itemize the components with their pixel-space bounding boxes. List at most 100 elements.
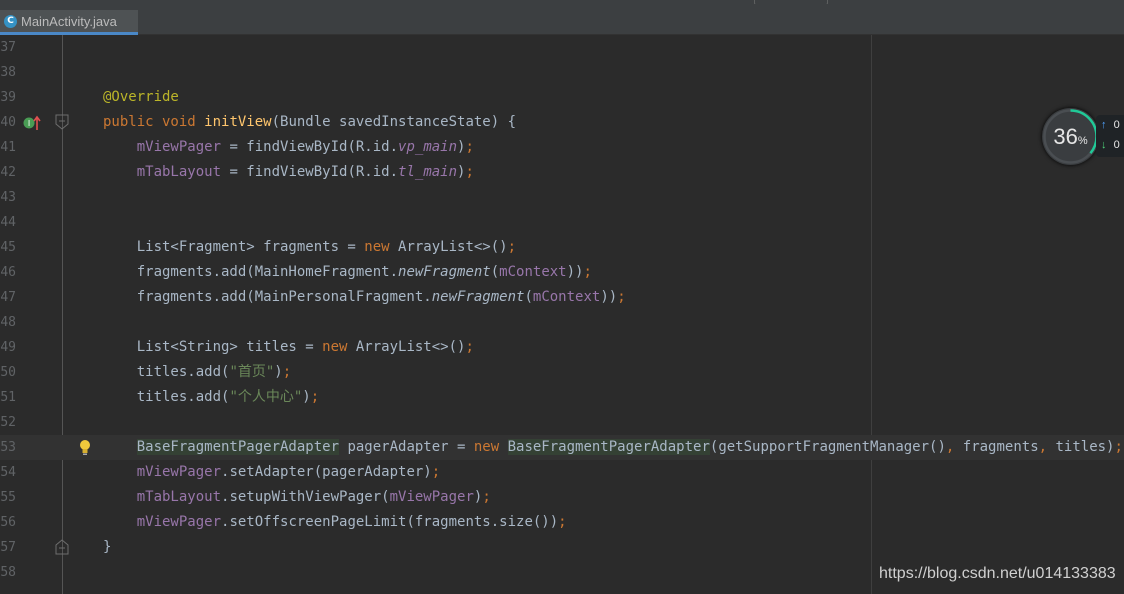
code-token: .setupWithViewPager( [221, 489, 390, 505]
code-line-38[interactable]: 38 [0, 60, 1124, 85]
code-token: (getSupportFragmentManager() [709, 439, 946, 455]
line-number: 48 [0, 315, 16, 330]
svg-text:I: I [28, 119, 30, 128]
line-number: 40 [0, 115, 16, 130]
code-line-52[interactable]: 52 [0, 410, 1124, 435]
code-text: mTabLayout = findViewById(R.id.tl_main); [103, 164, 474, 181]
intention-bulb-icon[interactable] [78, 439, 92, 461]
override-marker-icon[interactable]: I [22, 114, 42, 136]
code-token: ; [482, 489, 491, 505]
code-text: } [103, 539, 111, 556]
code-line-45[interactable]: 45 List<Fragment> fragments = new ArrayL… [0, 235, 1124, 260]
upload-speed: 0 [1113, 119, 1120, 131]
code-text: public void initView(Bundle savedInstanc… [103, 114, 516, 131]
code-line-56[interactable]: 56 mViewPager.setOffscreenPageLimit(frag… [0, 510, 1124, 535]
code-token: mContext [532, 289, 601, 305]
network-speed-panel: ↑ 0 ↓ 0 [1096, 115, 1124, 157]
code-token: new [364, 239, 399, 255]
tab-label: MainActivity.java [21, 13, 117, 29]
code-token: fragments.add(MainHomeFragment. [103, 264, 399, 280]
code-token: newFragment [398, 264, 491, 280]
line-number: 52 [0, 415, 16, 430]
code-text: titles.add("首页"); [103, 364, 291, 381]
line-number: 46 [0, 265, 16, 280]
code-token: ; [507, 239, 517, 255]
download-row: ↓ 0 [1101, 139, 1120, 151]
line-number: 51 [0, 390, 16, 405]
line-number: 39 [0, 90, 16, 105]
code-token: ; [465, 339, 474, 355]
code-line-40[interactable]: 40 public void initView(Bundle savedInsta… [0, 110, 1124, 135]
code-text: mViewPager.setOffscreenPageLimit(fragmen… [103, 514, 567, 531]
code-line-37[interactable]: 37 [0, 35, 1124, 60]
code-text: mViewPager = findViewById(R.id.vp_main); [103, 139, 474, 156]
code-line-44[interactable]: 44 [0, 210, 1124, 235]
line-number: 54 [0, 465, 16, 480]
line-number: 38 [0, 65, 16, 80]
code-line-53[interactable]: 53 BaseFragmentPagerAdapter pagerAdapter… [0, 435, 1124, 460]
code-text: mViewPager.setAdapter(pagerAdapter); [103, 464, 440, 481]
code-line-47[interactable]: 47 fragments.add(MainPersonalFragment.ne… [0, 285, 1124, 310]
fold-end-icon[interactable] [55, 539, 69, 559]
code-token: , [1038, 439, 1056, 455]
code-line-48[interactable]: 48 [0, 310, 1124, 335]
code-token: titles.add( [103, 389, 230, 405]
code-token: mContext [499, 264, 567, 280]
code-token: = findViewById(R.id. [221, 139, 399, 155]
code-line-51[interactable]: 51 titles.add("个人中心"); [0, 385, 1124, 410]
fold-icon[interactable] [55, 114, 69, 134]
code-line-50[interactable]: 50 titles.add("首页"); [0, 360, 1124, 385]
code-text: fragments.add(MainHomeFragment.newFragme… [103, 264, 592, 281]
code-token: ArrayList<>() [355, 339, 466, 355]
code-line-49[interactable]: 49 List<String> titles = new ArrayList<>… [0, 335, 1124, 360]
code-line-39[interactable]: 39 @Override [0, 85, 1124, 110]
line-number: 44 [0, 215, 16, 230]
code-token: fragments.add(MainPersonalFragment. [103, 289, 432, 305]
code-text: List<String> titles = new ArrayList<>(); [103, 339, 474, 356]
code-line-42[interactable]: 42 mTabLayout = findViewById(R.id.tl_mai… [0, 160, 1124, 185]
watermark-url: https://blog.csdn.net/u014133383 [879, 565, 1116, 582]
code-token: )) [566, 264, 584, 280]
code-token: newFragment [431, 289, 525, 305]
line-number: 43 [0, 190, 16, 205]
code-token: ; [1114, 439, 1123, 455]
code-line-57[interactable]: 57} [0, 535, 1124, 560]
code-token: ArrayList<>() [398, 239, 508, 255]
code-token: ; [282, 364, 292, 380]
code-token: ; [617, 289, 626, 305]
code-token: vp_main [398, 139, 458, 155]
code-line-41[interactable]: 41 mViewPager = findViewById(R.id.vp_mai… [0, 135, 1124, 160]
code-token: titles.add( [103, 364, 230, 380]
code-token: , [945, 439, 963, 455]
code-token: fragments [962, 439, 1039, 455]
code-line-55[interactable]: 55 mTabLayout.setupWithViewPager(mViewPa… [0, 485, 1124, 510]
line-number: 50 [0, 365, 16, 380]
line-number: 55 [0, 490, 16, 505]
code-token: } [103, 539, 112, 555]
code-token: BaseFragmentPagerAdapter [136, 439, 340, 455]
memory-usage-widget[interactable]: 36% [1042, 108, 1099, 165]
code-line-54[interactable]: 54 mViewPager.setAdapter(pagerAdapter); [0, 460, 1124, 485]
line-number: 56 [0, 515, 16, 530]
code-line-46[interactable]: 46 fragments.add(MainHomeFragment.newFra… [0, 260, 1124, 285]
code-token: public void [103, 114, 205, 130]
download-speed: 0 [1113, 139, 1120, 151]
code-token: titles) [1055, 439, 1115, 455]
code-token: new [473, 439, 508, 455]
code-text: titles.add("个人中心"); [103, 389, 319, 406]
code-token: .setAdapter(pagerAdapter) [221, 464, 432, 480]
upload-arrow-icon: ↑ [1101, 119, 1107, 131]
code-token: mTabLayout [136, 164, 222, 180]
code-token: ; [310, 389, 320, 405]
code-line-43[interactable]: 43 [0, 185, 1124, 210]
line-number: 57 [0, 540, 16, 555]
code-token: pagerAdapter = [339, 439, 474, 455]
tab-main-activity[interactable]: C MainActivity.java [0, 10, 138, 35]
code-token: )) [600, 289, 618, 305]
code-token: initView [204, 114, 272, 130]
code-token: ; [558, 514, 567, 530]
code-token: ; [465, 139, 474, 155]
code-token: tl_main [398, 164, 458, 180]
